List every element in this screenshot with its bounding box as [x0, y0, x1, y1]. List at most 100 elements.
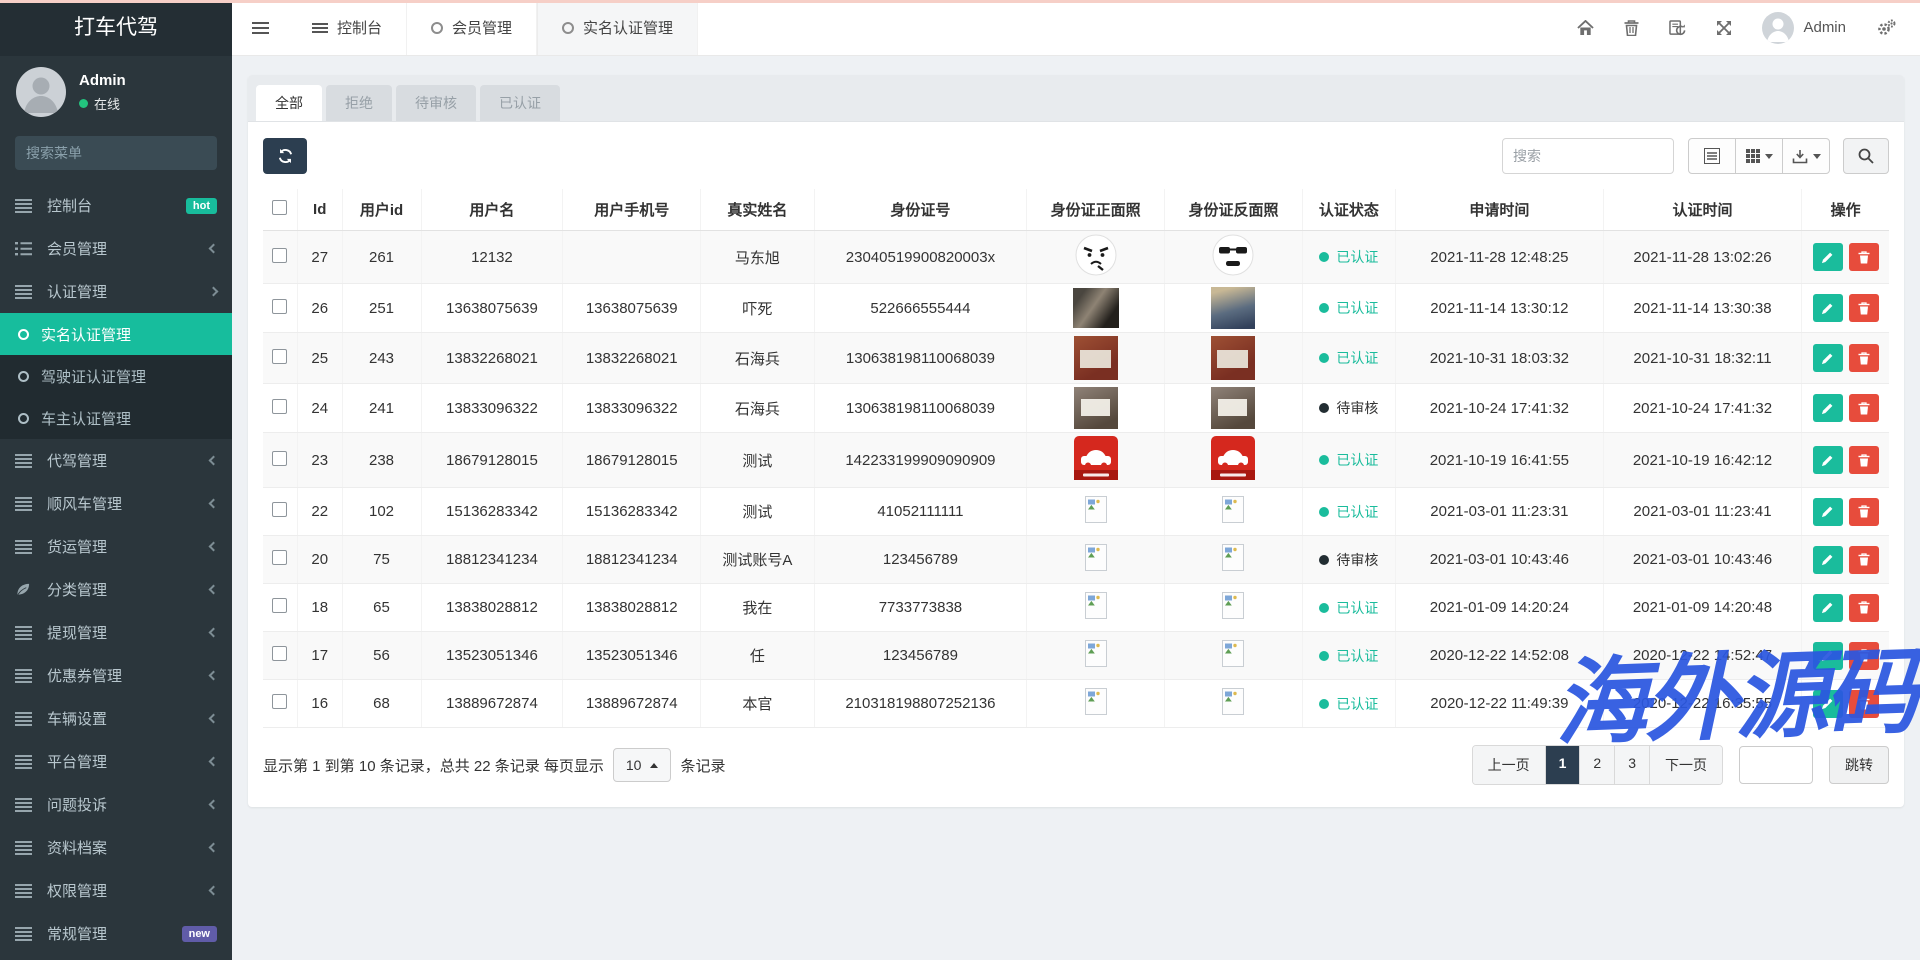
- id-photo-broken[interactable]: [1222, 640, 1244, 671]
- jump-button[interactable]: 跳转: [1829, 746, 1889, 784]
- column-header[interactable]: Id: [297, 189, 342, 231]
- edit-button[interactable]: [1813, 294, 1843, 322]
- columns-button[interactable]: [1735, 138, 1783, 174]
- column-header[interactable]: 用户名: [421, 189, 563, 231]
- filter-tab[interactable]: 全部: [256, 85, 322, 121]
- delete-button[interactable]: [1849, 546, 1879, 574]
- id-photo-broken[interactable]: [1085, 592, 1107, 623]
- delete-button[interactable]: [1849, 394, 1879, 422]
- edit-button[interactable]: [1813, 594, 1843, 622]
- sidebar-item-7[interactable]: 提现管理: [0, 611, 232, 654]
- delete-button[interactable]: [1849, 344, 1879, 372]
- row-checkbox[interactable]: [272, 694, 287, 709]
- id-photo-broken[interactable]: [1085, 688, 1107, 719]
- page-button-3[interactable]: 3: [1615, 746, 1650, 784]
- sidebar-item-11[interactable]: 问题投诉: [0, 783, 232, 826]
- id-photo-applogo[interactable]: [1074, 436, 1118, 484]
- sidebar-item-15[interactable]: 插件管理hot: [0, 955, 232, 960]
- filter-tab[interactable]: 待审核: [396, 85, 476, 121]
- edit-button[interactable]: [1813, 344, 1843, 372]
- id-photo-broken[interactable]: [1222, 592, 1244, 623]
- delete-button[interactable]: [1849, 642, 1879, 670]
- row-checkbox[interactable]: [272, 451, 287, 466]
- column-header[interactable]: 身份证反面照: [1165, 189, 1303, 231]
- page-size-select[interactable]: 10: [613, 748, 672, 782]
- sidebar-subitem[interactable]: 车主认证管理: [0, 397, 232, 439]
- sidebar-item-0[interactable]: 控制台hot: [0, 184, 232, 227]
- settings-gears-icon[interactable]: [1876, 19, 1896, 36]
- id-photo-broken[interactable]: [1085, 496, 1107, 527]
- refresh-button[interactable]: [263, 138, 307, 174]
- column-header[interactable]: 身份证正面照: [1027, 189, 1165, 231]
- column-header[interactable]: 用户id: [342, 189, 421, 231]
- sidebar-item-8[interactable]: 优惠券管理: [0, 654, 232, 697]
- sidebar-item-2[interactable]: 认证管理: [0, 270, 232, 313]
- sidebar-subitem[interactable]: 实名认证管理: [0, 313, 232, 355]
- id-photo-applogo[interactable]: [1211, 436, 1255, 484]
- sidebar-item-1[interactable]: 会员管理: [0, 227, 232, 270]
- edit-button[interactable]: [1813, 546, 1843, 574]
- id-photo-face1[interactable]: [1075, 234, 1117, 280]
- export-button[interactable]: [1782, 138, 1830, 174]
- id-photo-photo_red[interactable]: [1211, 336, 1255, 380]
- navbar-tab[interactable]: 控制台: [288, 0, 407, 55]
- fullscreen-icon[interactable]: [1716, 20, 1732, 36]
- filter-tab[interactable]: 已认证: [480, 85, 560, 121]
- column-header[interactable]: 认证状态: [1302, 189, 1395, 231]
- sidebar-item-6[interactable]: 分类管理: [0, 568, 232, 611]
- edit-button[interactable]: [1813, 446, 1843, 474]
- id-photo-photo_gray[interactable]: [1074, 387, 1118, 429]
- clear-cache-icon[interactable]: [1669, 20, 1686, 36]
- id-photo-photo_gray[interactable]: [1211, 387, 1255, 429]
- home-icon[interactable]: [1577, 20, 1594, 36]
- id-photo-photo_dark[interactable]: [1073, 288, 1119, 328]
- id-photo-face2[interactable]: [1212, 234, 1254, 280]
- row-checkbox[interactable]: [272, 399, 287, 414]
- column-header[interactable]: 身份证号: [814, 189, 1027, 231]
- row-checkbox[interactable]: [272, 550, 287, 565]
- id-photo-broken[interactable]: [1222, 688, 1244, 719]
- id-photo-broken[interactable]: [1085, 640, 1107, 671]
- column-header[interactable]: 用户手机号: [563, 189, 701, 231]
- id-photo-broken[interactable]: [1085, 544, 1107, 575]
- trash-icon[interactable]: [1624, 20, 1639, 36]
- delete-button[interactable]: [1849, 243, 1879, 271]
- sidebar-item-9[interactable]: 车辆设置: [0, 697, 232, 740]
- sidebar-item-3[interactable]: 代驾管理: [0, 439, 232, 482]
- toggle-view-button[interactable]: [1688, 138, 1736, 174]
- delete-button[interactable]: [1849, 594, 1879, 622]
- column-header[interactable]: 认证时间: [1603, 189, 1802, 231]
- sidebar-item-14[interactable]: 常规管理new: [0, 912, 232, 955]
- column-header[interactable]: 申请时间: [1396, 189, 1604, 231]
- next-page-button[interactable]: 下一页: [1650, 746, 1722, 784]
- navbar-tab[interactable]: 会员管理: [407, 0, 537, 55]
- id-photo-broken[interactable]: [1222, 544, 1244, 575]
- filter-tab[interactable]: 拒绝: [326, 85, 392, 121]
- select-all-checkbox[interactable]: [272, 200, 287, 215]
- edit-button[interactable]: [1813, 394, 1843, 422]
- table-search-input[interactable]: [1502, 138, 1674, 174]
- row-checkbox[interactable]: [272, 502, 287, 517]
- row-checkbox[interactable]: [272, 248, 287, 263]
- delete-button[interactable]: [1849, 446, 1879, 474]
- id-photo-photo_person[interactable]: [1211, 287, 1255, 329]
- page-button-1[interactable]: 1: [1546, 746, 1581, 784]
- edit-button[interactable]: [1813, 498, 1843, 526]
- edit-button[interactable]: [1813, 642, 1843, 670]
- delete-button[interactable]: [1849, 498, 1879, 526]
- sidebar-subitem[interactable]: 驾驶证认证管理: [0, 355, 232, 397]
- column-header[interactable]: 真实姓名: [701, 189, 814, 231]
- id-photo-broken[interactable]: [1222, 496, 1244, 527]
- search-button[interactable]: [1843, 138, 1889, 174]
- prev-page-button[interactable]: 上一页: [1473, 746, 1546, 784]
- page-button-2[interactable]: 2: [1580, 746, 1615, 784]
- row-checkbox[interactable]: [272, 299, 287, 314]
- user-menu[interactable]: Admin: [1762, 12, 1846, 44]
- sidebar-search-input[interactable]: [26, 145, 207, 161]
- row-checkbox[interactable]: [272, 598, 287, 613]
- sidebar-item-12[interactable]: 资料档案: [0, 826, 232, 869]
- sidebar-item-4[interactable]: 顺风车管理: [0, 482, 232, 525]
- sidebar-toggle-icon[interactable]: [232, 0, 288, 55]
- jump-page-input[interactable]: [1739, 746, 1813, 784]
- id-photo-photo_red[interactable]: [1074, 336, 1118, 380]
